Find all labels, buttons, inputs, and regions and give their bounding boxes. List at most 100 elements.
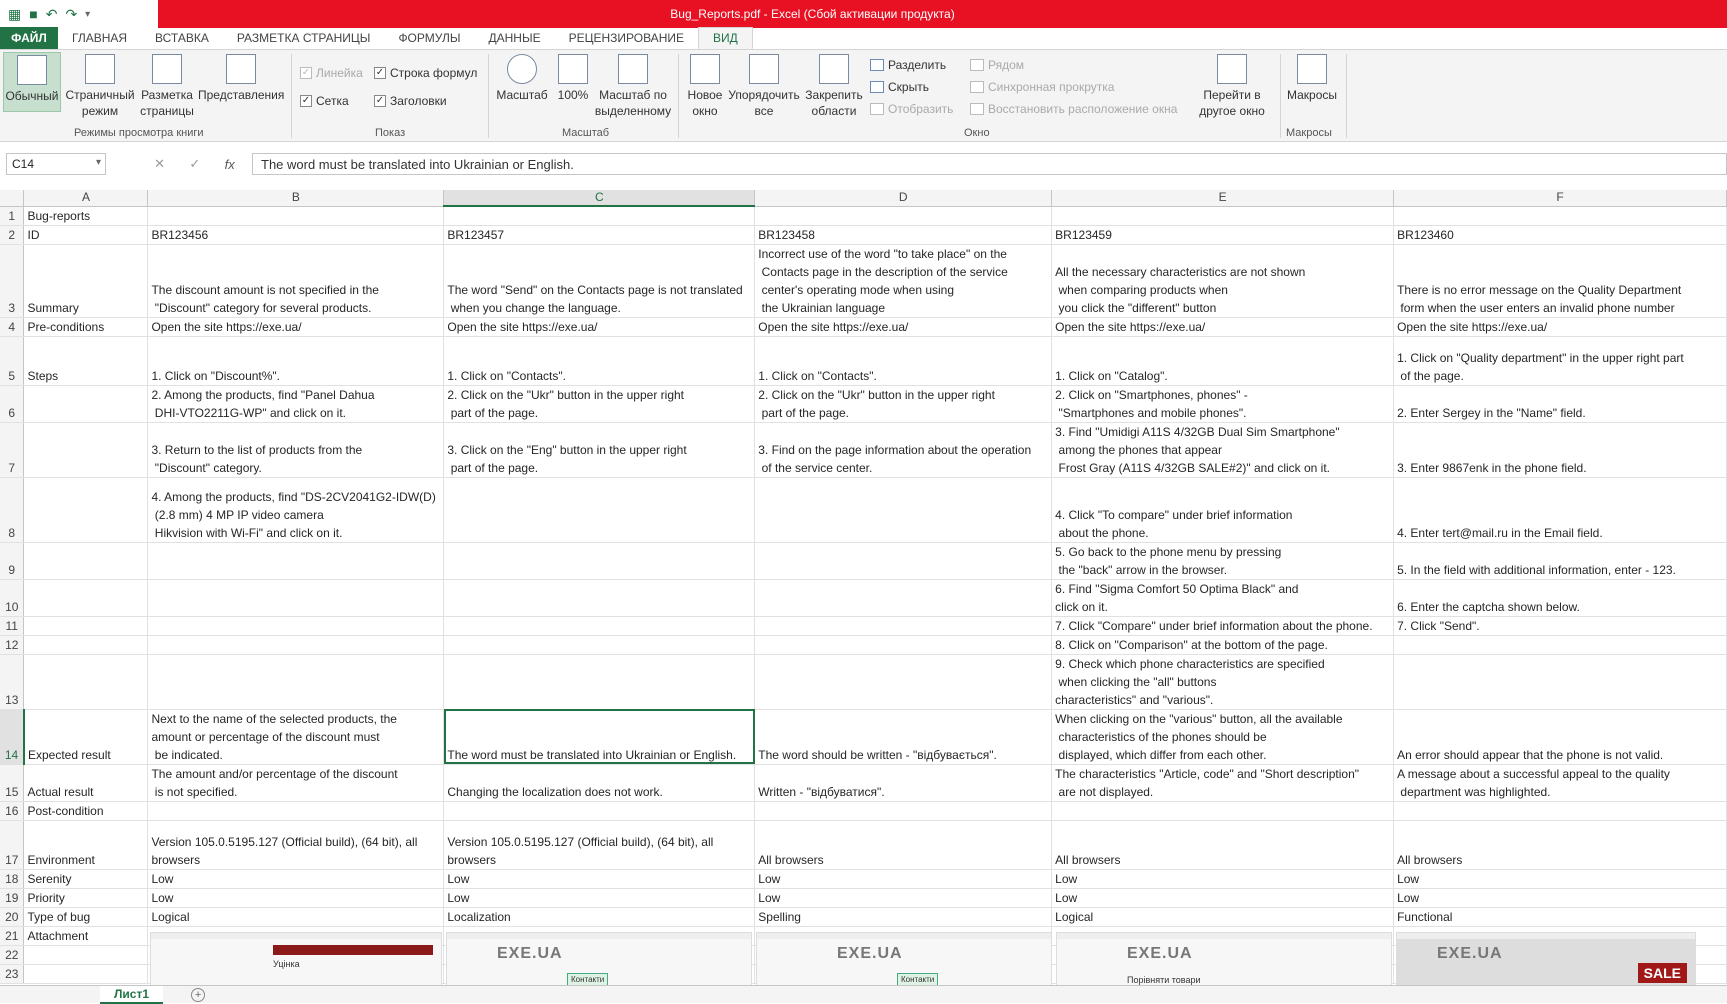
cell-c15[interactable]: Changing the localization does not work. xyxy=(443,764,756,802)
column-header-d[interactable]: D xyxy=(754,190,1053,207)
normal-view-button[interactable]: Обычный xyxy=(3,52,61,112)
cell-f12[interactable] xyxy=(1393,635,1727,655)
cell-b19[interactable]: Low xyxy=(147,888,445,908)
customize-qat-icon[interactable]: ▾ xyxy=(85,9,90,20)
cell-a21[interactable]: Attachment xyxy=(23,926,149,946)
cell-a15[interactable]: Actual result xyxy=(23,764,149,802)
cell-f14[interactable]: An error should appear that the phone is… xyxy=(1393,709,1727,765)
cell-f18[interactable]: Low xyxy=(1393,869,1727,889)
column-header-c[interactable]: C xyxy=(443,190,756,207)
reset-window-position-button[interactable]: Восстановить расположение окна xyxy=(970,102,1177,116)
cell-e4[interactable]: Open the site https://exe.ua/ xyxy=(1051,317,1395,337)
cell-b16[interactable] xyxy=(147,801,445,821)
cell-e19[interactable]: Low xyxy=(1051,888,1395,908)
cell-e12[interactable]: 8. Click on "Comparison" at the bottom o… xyxy=(1051,635,1395,655)
column-header-f[interactable]: F xyxy=(1393,190,1727,207)
cell-d13[interactable] xyxy=(754,654,1053,710)
undo-icon[interactable]: ↶ xyxy=(46,6,58,23)
cell-f15[interactable]: A message about a successful appeal to t… xyxy=(1393,764,1727,802)
cell-d12[interactable] xyxy=(754,635,1053,655)
cell-f6[interactable]: 2. Enter Sergey in the "Name" field. xyxy=(1393,385,1727,423)
cell-f11[interactable]: 7. Click "Send". xyxy=(1393,616,1727,636)
attachment-image[interactable]: EXE.UA Контакти xyxy=(446,932,752,985)
view-side-by-side-button[interactable]: Рядом xyxy=(970,58,1024,72)
cell-a9[interactable] xyxy=(23,542,149,580)
cell-f16[interactable] xyxy=(1393,801,1727,821)
cancel-icon[interactable]: ✕ xyxy=(154,156,165,172)
cell-a10[interactable] xyxy=(23,579,149,617)
cell-b13[interactable] xyxy=(147,654,445,710)
column-header-a[interactable]: A xyxy=(23,190,149,207)
cell-d14[interactable]: The word should be written - "відбуваєть… xyxy=(754,709,1053,765)
cell-b17[interactable]: Version 105.0.5195.127 (Official build),… xyxy=(147,820,445,870)
cell-b8[interactable]: 4. Among the products, find "DS-2CV2041G… xyxy=(147,477,445,543)
cell-c12[interactable] xyxy=(443,635,756,655)
cell-d18[interactable]: Low xyxy=(754,869,1053,889)
insert-function-icon[interactable]: fx xyxy=(225,157,235,172)
row-header[interactable]: 23 xyxy=(0,964,25,984)
cell-d8[interactable] xyxy=(754,477,1053,543)
ruler-checkbox[interactable]: ✓ Линейка xyxy=(300,66,363,80)
cell-e14[interactable]: When clicking on the "various" button, a… xyxy=(1051,709,1395,765)
row-header[interactable]: 5 xyxy=(0,336,25,386)
enter-icon[interactable]: ✓ xyxy=(189,156,200,172)
cell-a17[interactable]: Environment xyxy=(23,820,149,870)
cell-c7[interactable]: 3. Click on the "Eng" button in the uppe… xyxy=(443,422,756,478)
row-header[interactable]: 7 xyxy=(0,422,25,478)
cell-b18[interactable]: Low xyxy=(147,869,445,889)
cell-d20[interactable]: Spelling xyxy=(754,907,1053,927)
cell-c9[interactable] xyxy=(443,542,756,580)
cell-a8[interactable] xyxy=(23,477,149,543)
cell-e18[interactable]: Low xyxy=(1051,869,1395,889)
row-header[interactable]: 11 xyxy=(0,616,25,636)
freeze-panes-button[interactable]: Закрепить области xyxy=(802,52,866,118)
cell-f3[interactable]: There is no error message on the Quality… xyxy=(1393,244,1727,318)
cell-f5[interactable]: 1. Click on "Quality department" in the … xyxy=(1393,336,1727,386)
cell-f10[interactable]: 6. Enter the captcha shown below. xyxy=(1393,579,1727,617)
row-header[interactable]: 18 xyxy=(0,869,25,889)
cell-a18[interactable]: Serenity xyxy=(23,869,149,889)
cell-e6[interactable]: 2. Click on "Smartphones, phones" - "Sma… xyxy=(1051,385,1395,423)
save-icon[interactable]: ■ xyxy=(29,6,37,22)
cell-c17[interactable]: Version 105.0.5195.127 (Official build),… xyxy=(443,820,756,870)
cell-f19[interactable]: Low xyxy=(1393,888,1727,908)
formula-input[interactable]: The word must be translated into Ukraini… xyxy=(252,153,1727,175)
cell-e17[interactable]: All browsers xyxy=(1051,820,1395,870)
redo-icon[interactable]: ↷ xyxy=(65,6,77,23)
cell-d10[interactable] xyxy=(754,579,1053,617)
cell-d5[interactable]: 1. Click on "Contacts". xyxy=(754,336,1053,386)
cell-a6[interactable] xyxy=(23,385,149,423)
cell-e16[interactable] xyxy=(1051,801,1395,821)
tab-file[interactable]: ФАЙЛ xyxy=(0,27,58,49)
zoom-to-selection-button[interactable]: Масштаб по выделенному xyxy=(594,52,672,118)
cell-c10[interactable] xyxy=(443,579,756,617)
cell-c5[interactable]: 1. Click on "Contacts". xyxy=(443,336,756,386)
tab-data[interactable]: ДАННЫЕ xyxy=(474,27,554,49)
cell-c16[interactable] xyxy=(443,801,756,821)
tab-page-layout[interactable]: РАЗМЕТКА СТРАНИЦЫ xyxy=(223,27,385,49)
cell-d19[interactable]: Low xyxy=(754,888,1053,908)
cell-d11[interactable] xyxy=(754,616,1053,636)
row-header[interactable]: 15 xyxy=(0,764,25,802)
attachment-image[interactable]: EXE.UA Контакти xyxy=(756,932,1052,985)
cell-b11[interactable] xyxy=(147,616,445,636)
row-header[interactable]: 2 xyxy=(0,225,25,245)
cell-e2[interactable]: BR123459 xyxy=(1051,225,1395,245)
cell-c14[interactable]: The word must be translated into Ukraini… xyxy=(443,709,756,765)
cell-e1[interactable] xyxy=(1051,206,1395,226)
cell-a7[interactable] xyxy=(23,422,149,478)
cell-b1[interactable] xyxy=(147,206,445,226)
cell-e10[interactable]: 6. Find "Sigma Comfort 50 Optima Black" … xyxy=(1051,579,1395,617)
row-header[interactable]: 10 xyxy=(0,579,25,617)
cell-a16[interactable]: Post-condition xyxy=(23,801,149,821)
row-header[interactable]: 16 xyxy=(0,801,25,821)
cell-a13[interactable] xyxy=(23,654,149,710)
cell-f7[interactable]: 3. Enter 9867enk in the phone field. xyxy=(1393,422,1727,478)
column-header-e[interactable]: E xyxy=(1051,190,1395,207)
cell-a3[interactable]: Summary xyxy=(23,244,149,318)
cell-e13[interactable]: 9. Check which phone characteristics are… xyxy=(1051,654,1395,710)
row-header[interactable]: 13 xyxy=(0,654,25,710)
cell-a22[interactable] xyxy=(23,945,149,965)
cell-b20[interactable]: Logical xyxy=(147,907,445,927)
cell-e5[interactable]: 1. Click on "Catalog". xyxy=(1051,336,1395,386)
